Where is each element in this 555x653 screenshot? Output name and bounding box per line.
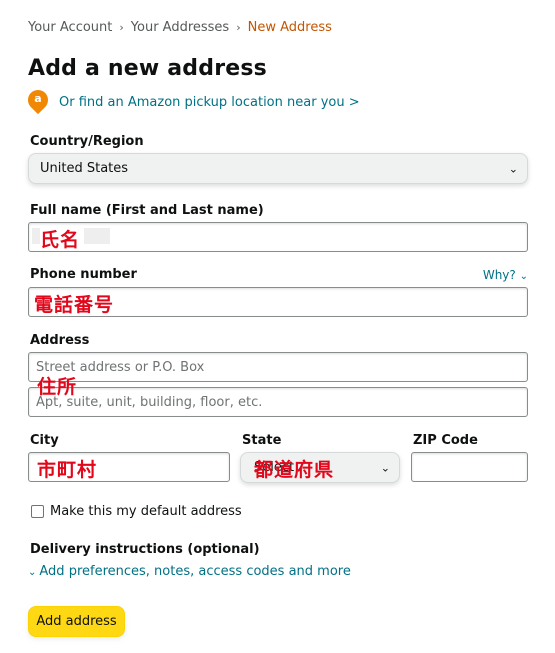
state-label: State — [242, 433, 282, 448]
address-annotation: 住所 — [37, 376, 78, 398]
breadcrumb-current: New Address — [247, 20, 332, 35]
breadcrumb: Your Account › Your Addresses › New Address — [28, 20, 332, 35]
state-annotation: 都道府県 — [254, 459, 335, 481]
phone-annotation: 電話番号 — [34, 294, 115, 316]
zip-label: ZIP Code — [413, 433, 478, 448]
redacted-block — [32, 228, 40, 244]
default-address-row[interactable]: Make this my default address — [31, 504, 242, 519]
default-address-checkbox[interactable] — [31, 505, 44, 518]
pickup-location-link[interactable]: Or find an Amazon pickup location near y… — [59, 95, 360, 110]
chevron-down-icon: ⌄ — [28, 567, 37, 578]
default-address-label[interactable]: Make this my default address — [50, 504, 242, 519]
chevron-down-icon: ⌄ — [380, 461, 390, 474]
address-line2-input[interactable]: Apt, suite, unit, building, floor, etc. — [28, 387, 528, 417]
breadcrumb-separator: › — [119, 21, 124, 34]
delivery-instructions-label: Delivery instructions (optional) — [30, 542, 260, 557]
full-name-label: Full name (First and Last name) — [30, 203, 264, 218]
zip-input[interactable] — [411, 452, 528, 482]
redacted-block — [84, 228, 110, 244]
page-title: Add a new address — [28, 56, 267, 81]
country-value: United States — [40, 161, 129, 176]
why-text: Why? — [482, 268, 516, 282]
country-select[interactable]: United States ⌄ — [28, 153, 528, 184]
delivery-preferences-text: Add preferences, notes, access codes and… — [39, 564, 351, 579]
map-pin-icon: a — [23, 85, 53, 115]
city-annotation: 市町村 — [37, 459, 98, 481]
pickup-location-row: a Or find an Amazon pickup location near… — [23, 85, 360, 115]
chevron-down-icon: ⌄ — [508, 162, 518, 175]
why-link[interactable]: Why? ⌄ — [483, 268, 528, 282]
breadcrumb-separator: › — [236, 21, 241, 34]
country-label: Country/Region — [30, 134, 144, 149]
pin-letter: a — [34, 92, 42, 105]
chevron-down-icon: ⌄ — [519, 271, 528, 282]
city-label: City — [30, 433, 59, 448]
breadcrumb-your-account[interactable]: Your Account — [28, 20, 112, 35]
breadcrumb-your-addresses[interactable]: Your Addresses — [131, 20, 229, 35]
address-label: Address — [30, 333, 90, 348]
add-address-button[interactable]: Add address — [28, 606, 125, 637]
delivery-preferences-link[interactable]: ⌄ Add preferences, notes, access codes an… — [28, 564, 351, 579]
full-name-annotation: 氏名 — [40, 229, 81, 251]
address-line1-input[interactable]: Street address or P.O. Box — [28, 352, 528, 382]
phone-label: Phone number — [30, 267, 137, 282]
